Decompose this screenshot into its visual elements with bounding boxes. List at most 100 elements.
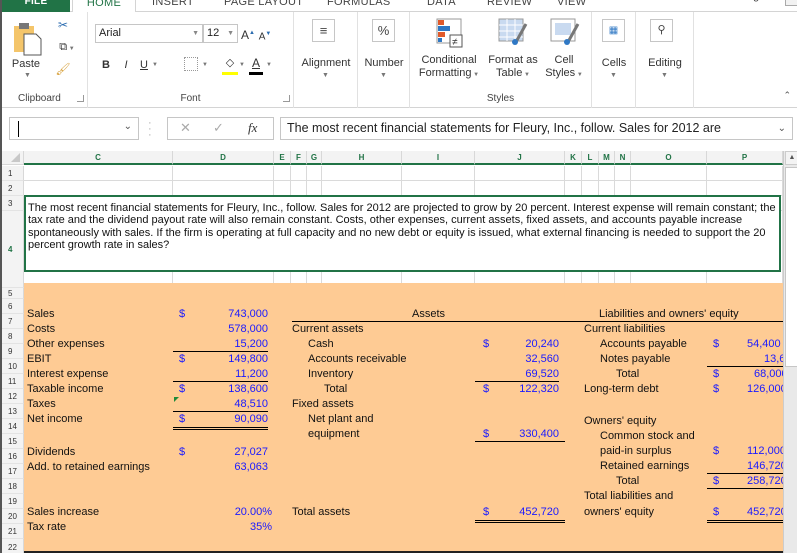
- column-header-m[interactable]: M: [599, 151, 615, 165]
- tab-page-layout[interactable]: PAGE LAYOUT: [224, 0, 303, 12]
- ca-total-value[interactable]: 122,320: [502, 382, 559, 396]
- income-value[interactable]: 48,510: [173, 397, 268, 412]
- worksheet-grid[interactable]: CDEFGHIJKLMNOP 1 2 3 4 5 6 7 8 9 10 11 12 13 14 15 16 17…: [2, 151, 783, 553]
- resize-handle-icon[interactable]: · · ·: [148, 118, 152, 141]
- row-header-8[interactable]: 8: [2, 329, 24, 344]
- row-header-1[interactable]: 1: [2, 166, 24, 181]
- tab-formulas[interactable]: FORMULAS: [327, 0, 391, 12]
- tab-data[interactable]: DATA: [427, 0, 456, 12]
- column-header-e[interactable]: E: [274, 151, 291, 165]
- grow-font-button[interactable]: A▲: [241, 24, 255, 44]
- fill-color-button[interactable]: ◇: [222, 54, 238, 75]
- row-header-17[interactable]: 17: [2, 464, 24, 479]
- column-header-p[interactable]: P: [707, 151, 783, 165]
- column-header-c[interactable]: C: [24, 151, 173, 165]
- income-value[interactable]: 15,200: [173, 337, 268, 352]
- row-header-13[interactable]: 13: [2, 404, 24, 419]
- cells-group[interactable]: ▦ Cells ▼: [592, 12, 636, 108]
- cs-value[interactable]: 112,000: [747, 444, 783, 458]
- font-launcher-icon[interactable]: [283, 95, 290, 102]
- column-header-i[interactable]: I: [402, 151, 475, 165]
- column-header-d[interactable]: D: [173, 151, 274, 165]
- row-header-19[interactable]: 19: [2, 494, 24, 509]
- clipboard-launcher-icon[interactable]: [77, 95, 84, 102]
- cell-styles-button[interactable]: Cell Styles ▼: [542, 16, 586, 84]
- chevron-down-icon[interactable]: ⌄: [124, 121, 132, 132]
- column-header-o[interactable]: O: [631, 151, 707, 165]
- conditional-formatting-button[interactable]: ≠ Conditional Formatting ▼: [416, 16, 482, 84]
- total-assets-value[interactable]: 452,720: [502, 505, 559, 519]
- name-box[interactable]: ⌄: [9, 117, 139, 140]
- row-header-16[interactable]: 16: [2, 449, 24, 464]
- row-header-12[interactable]: 12: [2, 389, 24, 404]
- row-header-7[interactable]: 7: [2, 314, 24, 329]
- tab-view[interactable]: VIEW: [557, 0, 586, 12]
- alignment-group[interactable]: ≡ Alignment ▼: [294, 12, 358, 108]
- error-indicator-icon[interactable]: [174, 397, 179, 402]
- row-header-22[interactable]: 22: [2, 539, 24, 553]
- column-header-k[interactable]: K: [565, 151, 582, 165]
- row-header-11[interactable]: 11: [2, 374, 24, 389]
- income-value[interactable]: 743,000: [202, 307, 268, 321]
- cancel-icon[interactable]: ✕: [180, 120, 191, 136]
- borders-dropdown-icon[interactable]: ▼: [201, 56, 209, 74]
- column-header-l[interactable]: L: [582, 151, 599, 165]
- shrink-font-button[interactable]: A▼: [258, 25, 272, 46]
- paste-button[interactable]: Paste ▼: [10, 18, 46, 80]
- expand-formula-bar-icon[interactable]: ⌄: [778, 118, 786, 139]
- income-value[interactable]: 90,090: [173, 412, 268, 430]
- eq-total-value[interactable]: 258,720: [747, 474, 783, 488]
- dividends-value[interactable]: 27,027: [202, 445, 268, 459]
- row-header-10[interactable]: 10: [2, 359, 24, 374]
- number-group[interactable]: % Number ▼: [358, 12, 410, 108]
- tle-value[interactable]: 452,720: [747, 505, 783, 519]
- vertical-scrollbar[interactable]: ▲: [783, 151, 797, 553]
- font-color-dropdown-icon[interactable]: ▼: [265, 56, 273, 74]
- re-value[interactable]: 146,720: [707, 459, 783, 474]
- row-header-3[interactable]: 3: [2, 196, 24, 211]
- ltd-value[interactable]: 126,000: [747, 382, 783, 396]
- format-painter-icon[interactable]: 🖌: [54, 60, 72, 78]
- ap-value[interactable]: 54,400: [747, 337, 781, 351]
- column-header-h[interactable]: H: [322, 151, 402, 165]
- fill-color-dropdown-icon[interactable]: ▼: [238, 56, 246, 74]
- row-header-9[interactable]: 9: [2, 344, 24, 359]
- tab-home[interactable]: HOME: [72, 0, 136, 12]
- borders-icon[interactable]: [184, 57, 198, 71]
- underline-button[interactable]: U: [138, 56, 150, 74]
- ar-value[interactable]: 32,560: [502, 352, 559, 366]
- sales-increase-value[interactable]: 20.00%: [202, 505, 272, 519]
- row-header-14[interactable]: 14: [2, 419, 24, 434]
- select-all-button[interactable]: [2, 151, 24, 165]
- cl-total-value[interactable]: 68,000: [754, 367, 783, 381]
- income-value[interactable]: 149,800: [202, 352, 268, 366]
- insert-function-icon[interactable]: fx: [248, 120, 257, 136]
- retained-value[interactable]: 63,063: [202, 460, 268, 474]
- np-value[interactable]: 13,600: [707, 352, 783, 367]
- scroll-up-arrow-icon[interactable]: ▲: [785, 151, 797, 165]
- sign-in-link[interactable]: Sign in: [743, 0, 777, 4]
- row-header-6[interactable]: 6: [2, 299, 24, 314]
- tab-insert[interactable]: INSERT: [152, 0, 194, 12]
- tax-rate-value[interactable]: 35%: [202, 520, 272, 534]
- column-header-n[interactable]: N: [615, 151, 631, 165]
- tab-file[interactable]: FILE: [2, 0, 70, 12]
- underline-dropdown-icon[interactable]: ▼: [151, 56, 159, 74]
- row-header-20[interactable]: 20: [2, 509, 24, 524]
- cut-icon[interactable]: ✂: [54, 16, 72, 34]
- tab-review[interactable]: REVIEW: [487, 0, 532, 12]
- row-header-18[interactable]: 18: [2, 479, 24, 494]
- scrollbar-thumb[interactable]: [785, 167, 797, 367]
- editing-group[interactable]: ⚲ Editing ▼: [636, 12, 694, 108]
- row-header-21[interactable]: 21: [2, 524, 24, 539]
- row-header-4[interactable]: 4: [2, 211, 24, 288]
- income-value[interactable]: 138,600: [202, 382, 268, 396]
- format-as-table-button[interactable]: Format as Table ▼: [486, 16, 540, 84]
- bold-button[interactable]: B: [100, 56, 112, 74]
- cash-value[interactable]: 20,240: [502, 337, 559, 351]
- column-header-g[interactable]: G: [307, 151, 322, 165]
- enter-icon[interactable]: ✓: [213, 120, 224, 136]
- row-header-2[interactable]: 2: [2, 181, 24, 196]
- inventory-value[interactable]: 69,520: [475, 367, 559, 382]
- font-name-select[interactable]: Arial ▼: [95, 24, 203, 43]
